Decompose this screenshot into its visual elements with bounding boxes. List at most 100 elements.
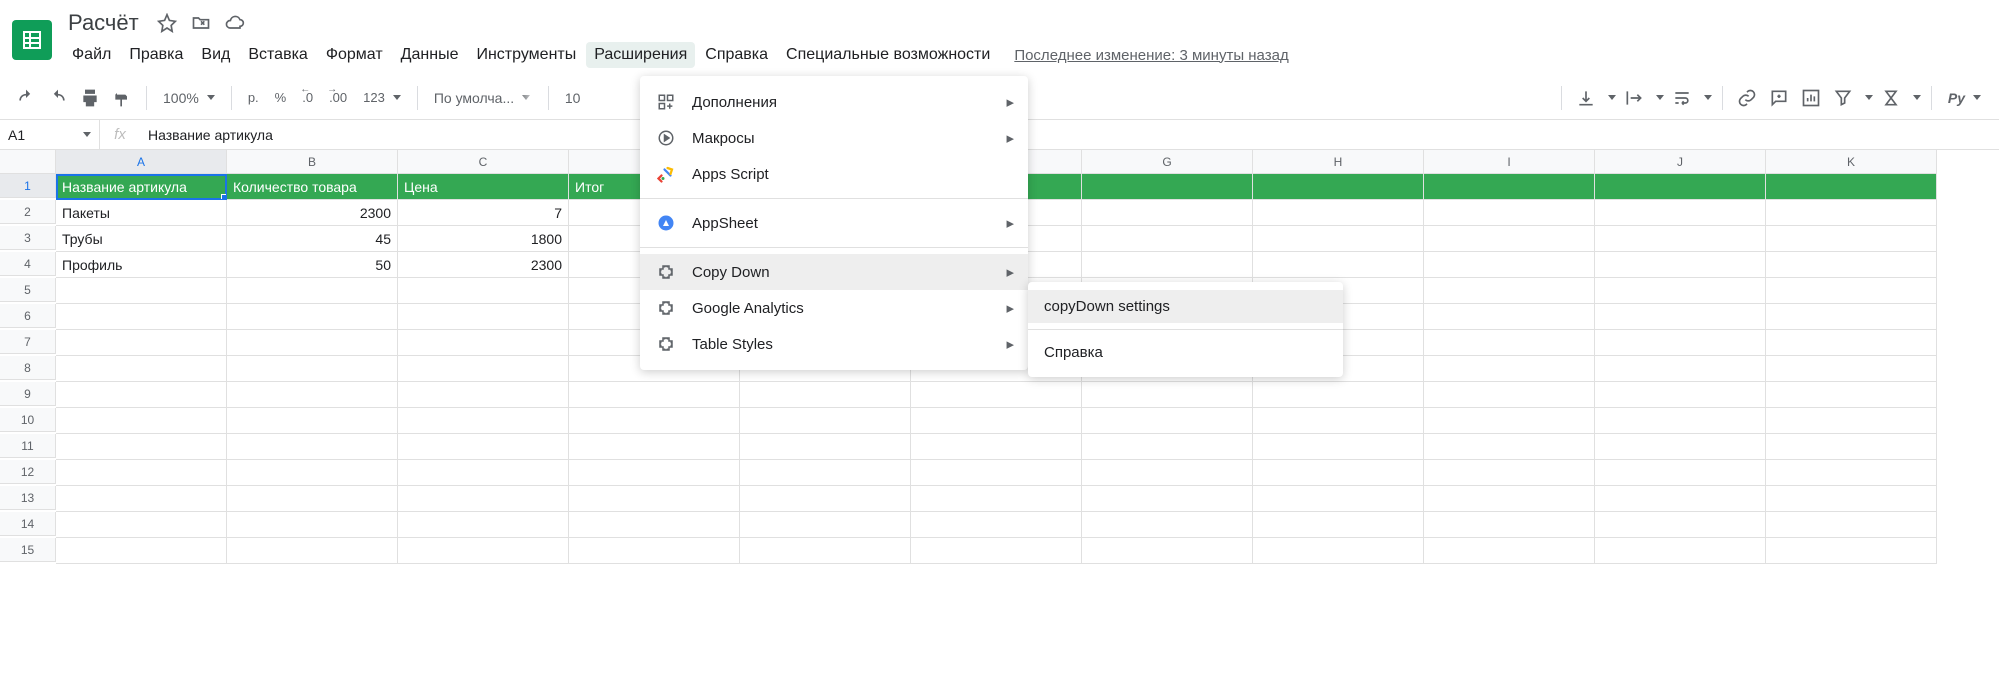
row-header[interactable]: 1 [0,174,56,198]
cell[interactable] [1595,460,1766,486]
font-size-dropdown[interactable]: 10 [559,90,587,106]
chart-button[interactable] [1797,84,1825,112]
menu-accessibility[interactable]: Специальные возможности [778,42,998,68]
cell[interactable] [569,460,740,486]
increase-decimal-button[interactable]: .00→ [323,90,353,105]
currency-button[interactable]: р. [242,90,265,105]
cell[interactable] [1082,252,1253,278]
redo-button[interactable] [44,84,72,112]
cell[interactable] [1253,382,1424,408]
cell[interactable] [740,382,911,408]
row-header[interactable]: 7 [0,330,56,354]
cell[interactable] [398,356,569,382]
cell[interactable] [1424,434,1595,460]
undo-button[interactable] [12,84,40,112]
valign-button[interactable] [1572,84,1600,112]
col-header[interactable]: C [398,150,569,174]
row-header[interactable]: 10 [0,408,56,432]
cell[interactable] [1595,226,1766,252]
cell[interactable] [56,382,227,408]
menu-extensions[interactable]: Расширения [586,42,695,68]
cell[interactable] [1253,512,1424,538]
cell[interactable] [1424,252,1595,278]
cell[interactable] [227,486,398,512]
functions-button[interactable] [1877,84,1905,112]
cell[interactable] [398,486,569,512]
cell[interactable] [1595,356,1766,382]
cell[interactable] [1766,174,1937,200]
cell[interactable] [227,408,398,434]
cell[interactable] [1766,538,1937,564]
col-header[interactable]: K [1766,150,1937,174]
cell[interactable] [1766,200,1937,226]
cell[interactable] [1595,174,1766,200]
cell[interactable] [56,538,227,564]
font-dropdown[interactable]: По умолча... [428,90,538,106]
cell[interactable] [227,330,398,356]
cell[interactable] [398,330,569,356]
cell[interactable] [1766,434,1937,460]
menu-file[interactable]: Файл [64,42,119,68]
cell[interactable] [1424,382,1595,408]
cell[interactable] [56,486,227,512]
cell[interactable] [1595,486,1766,512]
cell[interactable] [398,538,569,564]
row-header[interactable]: 4 [0,252,56,276]
cell[interactable] [1595,304,1766,330]
cell[interactable] [1424,356,1595,382]
cell[interactable] [1766,252,1937,278]
cell[interactable] [1595,278,1766,304]
cell[interactable] [1766,382,1937,408]
cell[interactable] [398,460,569,486]
cell[interactable] [1082,200,1253,226]
cell[interactable] [1766,304,1937,330]
cell[interactable] [1766,460,1937,486]
cell[interactable]: 2300 [398,252,569,278]
row-header[interactable]: 14 [0,512,56,536]
cell[interactable] [1595,434,1766,460]
col-header[interactable]: G [1082,150,1253,174]
cell[interactable] [1253,460,1424,486]
cell[interactable] [56,330,227,356]
cell[interactable] [398,304,569,330]
cell[interactable] [227,434,398,460]
col-header[interactable]: A [56,150,227,174]
cell[interactable] [911,512,1082,538]
cell[interactable] [1082,408,1253,434]
cell[interactable] [1082,538,1253,564]
cell[interactable] [569,538,740,564]
halign-button[interactable] [1620,84,1648,112]
cell[interactable] [911,382,1082,408]
cell[interactable] [911,434,1082,460]
cell[interactable] [911,460,1082,486]
cell[interactable] [1424,278,1595,304]
cell[interactable] [740,512,911,538]
cell[interactable] [569,486,740,512]
cell[interactable] [1595,512,1766,538]
cell[interactable] [56,278,227,304]
move-icon[interactable] [191,13,211,33]
cell[interactable] [1595,538,1766,564]
comment-button[interactable] [1765,84,1793,112]
cell[interactable] [1595,252,1766,278]
cell[interactable] [227,460,398,486]
cell[interactable]: 7 [398,200,569,226]
cell[interactable] [56,304,227,330]
cell[interactable] [1424,174,1595,200]
cell[interactable] [56,512,227,538]
explore-button[interactable]: Py [1942,90,1987,106]
last-edit-link[interactable]: Последнее изменение: 3 минуты назад [1014,47,1288,64]
cell[interactable] [1082,512,1253,538]
menu-data[interactable]: Данные [393,42,467,68]
cell[interactable]: 2300 [227,200,398,226]
cell[interactable] [740,408,911,434]
cell[interactable] [1253,408,1424,434]
cell[interactable] [56,434,227,460]
cell[interactable]: Количество товара [227,174,398,200]
zoom-dropdown[interactable]: 100% [157,90,221,106]
cell[interactable] [569,512,740,538]
menu-view[interactable]: Вид [193,42,238,68]
submenu-copydown-settings[interactable]: copyDown settings [1028,290,1343,323]
cell[interactable] [740,434,911,460]
star-icon[interactable] [157,13,177,33]
